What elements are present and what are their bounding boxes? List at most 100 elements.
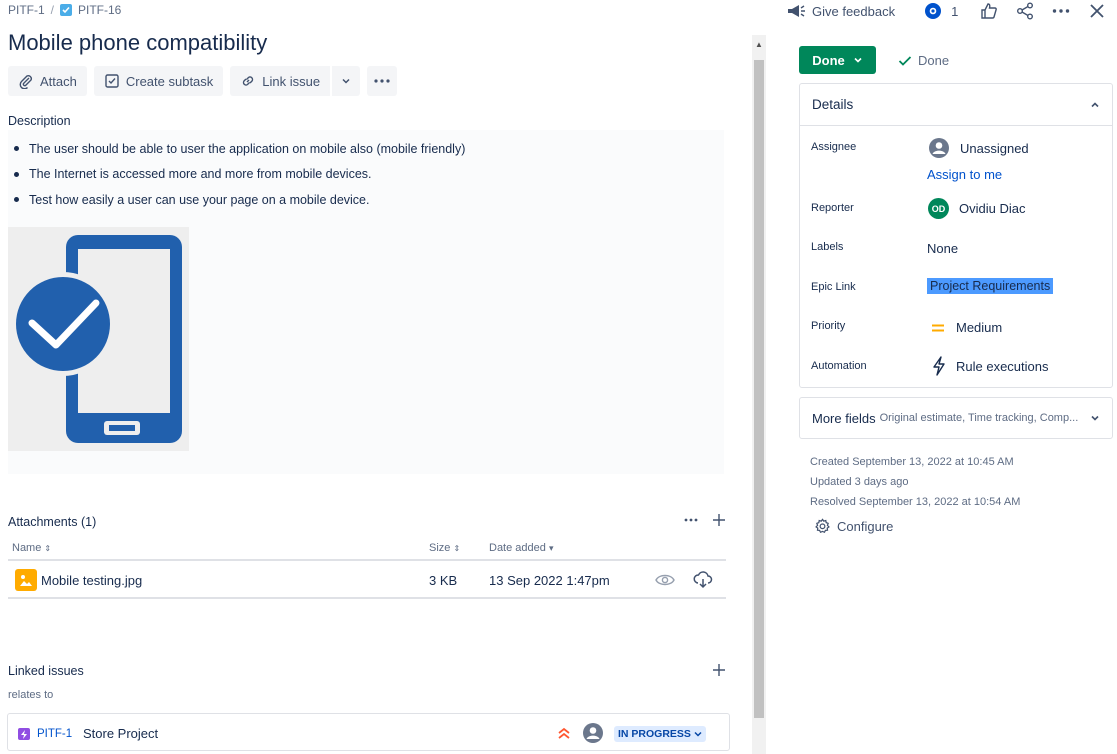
close-icon[interactable]: [1089, 3, 1105, 19]
configure-button[interactable]: Configure: [814, 518, 893, 535]
table-divider: [8, 559, 726, 561]
labels-label: Labels: [811, 241, 844, 253]
file-name[interactable]: Mobile testing.jpg: [41, 573, 429, 588]
priority-highest-icon: [558, 727, 570, 739]
description-list: The user should be able to user the appl…: [14, 136, 465, 213]
col-name-header[interactable]: Name ⇕: [12, 542, 51, 554]
assign-to-me-link[interactable]: Assign to me: [927, 167, 1002, 182]
labels-value[interactable]: None: [927, 241, 958, 256]
status-label: IN PROGRESS: [618, 728, 691, 740]
configure-label: Configure: [837, 519, 894, 534]
mobile-check-illustration: [11, 235, 182, 443]
attachments-actions: [684, 512, 726, 528]
linked-issue-key[interactable]: PITF-1: [37, 728, 72, 740]
scrollbar-thumb[interactable]: [754, 60, 764, 718]
table-divider: [8, 597, 726, 599]
file-date: 13 Sep 2022 1:47pm: [489, 572, 610, 588]
status-button-label: Done: [812, 52, 845, 68]
priority-medium-icon: [932, 324, 944, 331]
table-row[interactable]: Mobile testing.jpg 3 KB 13 Sep 2022 1:47…: [8, 562, 726, 598]
assignee-value: Unassigned: [960, 140, 1029, 156]
link-icon: [243, 76, 254, 86]
chevron-up-icon: [1091, 101, 1099, 107]
download-cloud-icon[interactable]: [693, 571, 713, 589]
chevron-down-icon: [854, 57, 862, 63]
attachments-title: Attachments (1): [8, 515, 97, 529]
more-fields-hint: Original estimate, Time tracking, Comp..…: [879, 412, 1079, 424]
description-label: Description: [8, 114, 71, 128]
assignee-label: Assignee: [811, 141, 857, 153]
attachments-more-icon[interactable]: [684, 512, 698, 528]
chevron-down-icon: [342, 78, 350, 84]
epic-link-value[interactable]: Project Requirements: [927, 278, 1054, 294]
preview-eye-icon[interactable]: [655, 573, 675, 587]
unassigned-avatar-icon: [929, 138, 949, 158]
avatar: OD: [928, 198, 949, 219]
col-size-header[interactable]: Size ⇕: [429, 542, 460, 554]
attach-label: Attach: [40, 73, 77, 89]
resolution: Done: [898, 53, 949, 68]
more-actions-button[interactable]: [367, 66, 398, 96]
more-fields-section[interactable]: More fields Original estimate, Time trac…: [799, 397, 1113, 439]
embedded-image[interactable]: [8, 227, 189, 451]
priority-label: Priority: [811, 320, 846, 332]
details-title: Details: [812, 97, 854, 112]
issue-toolbar: Attach Create subtask Link issue: [8, 66, 398, 96]
details-header[interactable]: Details: [800, 84, 1112, 126]
create-subtask-button[interactable]: Create subtask: [93, 66, 224, 96]
file-size: 3 KB: [429, 572, 458, 588]
scroll-up-arrow[interactable]: ▲: [755, 40, 763, 49]
link-issue-dropdown[interactable]: [332, 66, 360, 96]
image-file-icon: [15, 569, 37, 591]
reporter-field[interactable]: OD Ovidiu Diac: [928, 198, 1025, 219]
breadcrumb-parent[interactable]: PITF-1: [8, 3, 45, 17]
resolved-date: Resolved September 13, 2022 at 10:54 AM: [810, 496, 1021, 508]
issue-topbar: Give feedback 1: [786, 0, 1105, 22]
details-panel: Details: [799, 83, 1113, 388]
automation-field[interactable]: Rule executions: [932, 356, 1049, 376]
subtask-icon: [105, 74, 119, 88]
attach-button[interactable]: Attach: [8, 66, 87, 96]
issue-title[interactable]: Mobile phone compatibility: [8, 30, 267, 56]
give-feedback-button[interactable]: Give feedback: [812, 4, 895, 19]
breadcrumb-current[interactable]: PITF-16: [78, 3, 121, 17]
add-link-icon[interactable]: [712, 663, 726, 677]
automation-label: Automation: [811, 360, 867, 372]
automation-value: Rule executions: [956, 358, 1049, 374]
list-item: The Internet is accessed more and more f…: [14, 162, 465, 188]
list-item: Test how easily a user can use your page…: [14, 187, 465, 213]
more-icon: [374, 79, 390, 83]
checkmark-icon: [898, 55, 912, 66]
task-type-icon: [60, 4, 73, 16]
link-issue-group: Link issue: [230, 66, 361, 96]
lightning-icon: [933, 356, 945, 376]
paperclip-icon: [19, 75, 32, 89]
reporter-value: Ovidiu Diac: [959, 201, 1026, 216]
linked-issues-title: Linked issues: [8, 664, 84, 678]
status-dropdown[interactable]: IN PROGRESS: [614, 726, 706, 742]
unassigned-avatar-icon: [583, 723, 603, 743]
linked-issue-summary[interactable]: Store Project: [83, 726, 158, 741]
link-issue-label: Link issue: [262, 73, 321, 89]
linked-issue-row[interactable]: PITF-1 Store Project IN PROGRESS: [7, 713, 730, 751]
created-date: Created September 13, 2022 at 10:45 AM: [810, 456, 1014, 468]
more-fields-label: More fields: [812, 410, 876, 426]
add-attachment-icon[interactable]: [712, 512, 726, 528]
reporter-label: Reporter: [811, 202, 854, 214]
col-date-header[interactable]: Date added ▾: [489, 542, 553, 554]
link-issue-button[interactable]: Link issue: [230, 66, 333, 96]
breadcrumb: PITF-1 / PITF-16: [8, 3, 121, 17]
priority-field[interactable]: Medium: [930, 320, 1002, 335]
epic-icon: [18, 728, 30, 740]
more-icon[interactable]: [1052, 2, 1070, 20]
watch-eye-icon[interactable]: [924, 2, 942, 20]
share-icon[interactable]: [1016, 2, 1034, 20]
megaphone-icon: [788, 5, 805, 17]
create-subtask-label: Create subtask: [125, 73, 214, 89]
status-transition-button[interactable]: Done: [799, 46, 876, 74]
assignee-field[interactable]: Unassigned: [928, 137, 1029, 159]
chevron-down-icon: [694, 731, 702, 737]
thumbs-up-icon[interactable]: [980, 2, 998, 20]
watchers-count[interactable]: 1: [951, 4, 958, 19]
breadcrumb-separator: /: [50, 3, 55, 17]
